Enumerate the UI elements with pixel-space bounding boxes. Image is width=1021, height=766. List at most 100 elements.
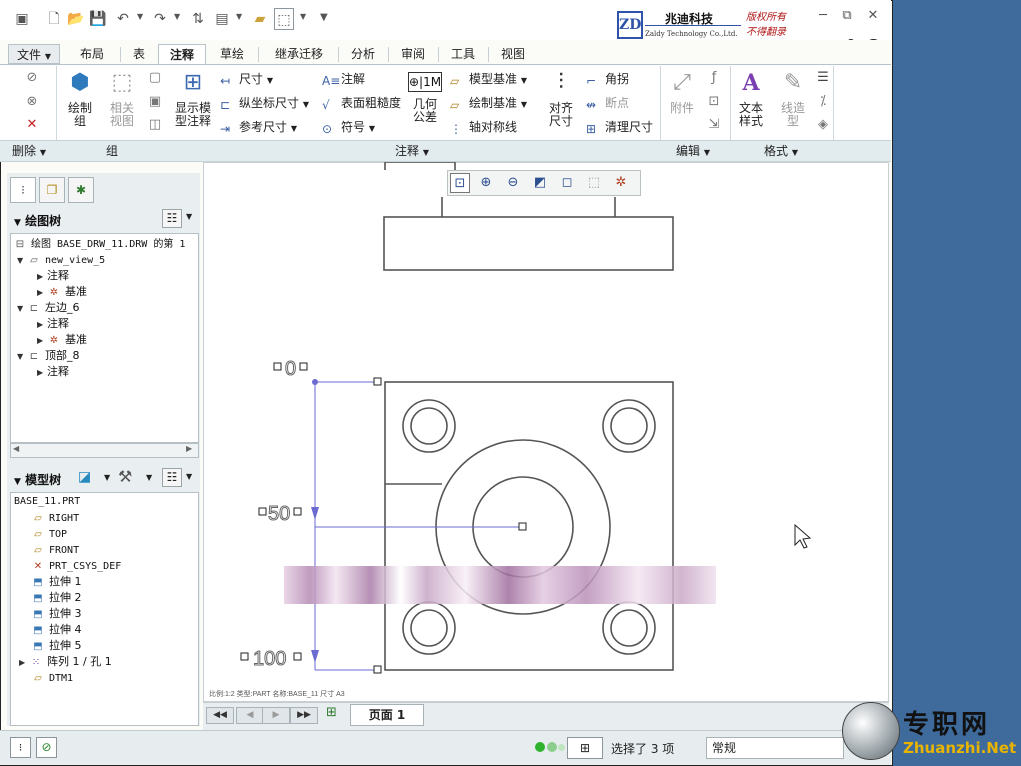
tab-layout[interactable]: 布局	[70, 44, 114, 64]
draw-group-button[interactable]: ⬢ 绘制组	[60, 68, 100, 128]
redo-dropdown-icon[interactable]: ▼	[174, 12, 180, 21]
selection-handle[interactable]	[258, 507, 267, 516]
model-display-dropdown-icon[interactable]: ▼	[104, 473, 110, 482]
ordinate-dimension-button[interactable]: ⊏ 纵坐标尺寸 ▼	[220, 94, 309, 112]
tools-icon[interactable]: ⚒	[118, 467, 132, 486]
axis-symmetry-button[interactable]: ⋮ 轴对称线	[450, 118, 517, 136]
model-datum-button[interactable]: ▱ 模型基准 ▼	[450, 70, 527, 88]
tree-row-part[interactable]: BASE_11.PRT	[14, 494, 80, 510]
scroll-left-icon[interactable]: ◀	[13, 444, 19, 453]
tab-view[interactable]: 视图	[492, 44, 534, 64]
find-icon[interactable]: ⊞	[567, 737, 603, 759]
note-display-icon[interactable]: ⬚	[584, 173, 604, 193]
tree-row-feature[interactable]: ⬒ 拉伸 5	[31, 638, 81, 654]
delete-icon[interactable]: ✕	[24, 117, 40, 133]
model-display-icon[interactable]: ◪	[78, 469, 91, 485]
dimension-text-mid[interactable]: 50	[268, 503, 291, 526]
previous-sheet-button[interactable]: ◀	[236, 707, 264, 724]
selection-handle[interactable]	[273, 362, 282, 371]
next-sheet-button[interactable]: ▶	[262, 707, 290, 724]
edit-tool-1-icon[interactable]: ƒ	[706, 70, 722, 86]
customize-toolbar-icon[interactable]: ▼	[320, 12, 328, 23]
tab-folder-browser[interactable]: ❐	[39, 177, 65, 203]
selection-handle[interactable]	[299, 362, 308, 371]
navigator-toggle-icon[interactable]: ⁝	[10, 737, 31, 758]
refit-icon[interactable]: ⊡	[450, 173, 470, 193]
selection-handle[interactable]	[240, 652, 249, 661]
tree-row-annotation[interactable]: ▶ 注释	[37, 316, 69, 332]
model-tree-settings-icon[interactable]: ☷	[162, 468, 182, 487]
dimension-text-bottom[interactable]: 100	[253, 648, 287, 671]
tree-row-annotation[interactable]: ▶ 注释	[37, 268, 69, 284]
open-folder-icon[interactable]: 📂	[66, 8, 86, 30]
tree-row-plane[interactable]: ▱ RIGHT	[31, 510, 79, 526]
symbol-button[interactable]: ⊙ 符号 ▼	[322, 118, 375, 136]
add-sheet-icon[interactable]: ⊞	[326, 705, 337, 720]
tree-row-annotation[interactable]: ▶ 注释	[37, 364, 69, 380]
selection-handle[interactable]	[293, 507, 302, 516]
tree-row-view[interactable]: ▼ ▱ new_view_5	[17, 252, 105, 268]
geometric-tolerance-button[interactable]: ⊕|1M 几何公差	[405, 68, 445, 124]
new-file-icon[interactable]: 🗋	[44, 8, 64, 30]
group-format[interactable]: 格式 ▼	[764, 142, 798, 159]
tab-review[interactable]: 审阅	[392, 44, 434, 64]
close-icon[interactable]: ✕	[862, 8, 884, 23]
tree-row-datum[interactable]: ▶ ✲ 基准	[37, 332, 87, 348]
group-delete[interactable]: 删除 ▼	[12, 142, 46, 159]
format-tool-1-icon[interactable]: ☰	[815, 70, 831, 86]
note-button[interactable]: A≡注解	[322, 70, 365, 88]
selection-handle[interactable]	[373, 665, 382, 674]
scroll-right-icon[interactable]: ▶	[186, 444, 192, 453]
datum-display-icon[interactable]: ✲	[611, 173, 631, 193]
tree-row-datum[interactable]: ▶ ✲ 基准	[37, 284, 87, 300]
tree-row-feature[interactable]: ⬒ 拉伸 2	[31, 590, 81, 606]
tree-row-csys[interactable]: ✕ PRT_CSYS_DEF	[31, 558, 121, 574]
first-sheet-button[interactable]: ◀◀	[206, 707, 234, 724]
surface-finish-button[interactable]: √ 表面粗糙度	[322, 94, 401, 112]
selection-filter-dropdown[interactable]: 常规	[706, 737, 844, 759]
tree-row-feature[interactable]: ⬒ 拉伸 3	[31, 606, 81, 622]
model-tree-header[interactable]: ▼ 模型树	[14, 471, 61, 488]
tab-analysis[interactable]: 分析	[342, 44, 384, 64]
folder-icon[interactable]: ▰	[250, 8, 270, 30]
display-style-icon[interactable]: ◻	[557, 173, 577, 193]
edit-tool-2-icon[interactable]: ⊡	[706, 94, 722, 110]
selection-handle[interactable]	[518, 522, 527, 531]
zoom-in-icon[interactable]: ⊕	[476, 173, 496, 193]
group-annotate[interactable]: 注释 ▼	[395, 142, 429, 159]
dimension-origin-point[interactable]	[312, 379, 318, 385]
tree-row-feature[interactable]: ⬒ 拉伸 4	[31, 622, 81, 638]
tree-settings-icon[interactable]: ☷	[162, 209, 182, 228]
selection-handle[interactable]	[293, 652, 302, 661]
last-sheet-button[interactable]: ▶▶	[290, 707, 318, 724]
reference-dimension-button[interactable]: ⇥ 参考尺寸 ▼	[220, 118, 297, 136]
drawing-tree-header[interactable]: ▼ 绘图树	[14, 212, 61, 229]
sheet-tab[interactable]: 页面 1	[350, 704, 424, 726]
browser-toggle-icon[interactable]: ⊘	[36, 737, 57, 758]
model-tree-settings-dropdown-icon[interactable]: ▼	[186, 472, 192, 481]
tab-table[interactable]: 表	[124, 44, 154, 64]
zoom-out-icon[interactable]: ⊖	[503, 173, 523, 193]
group-edit[interactable]: 编辑 ▼	[676, 142, 710, 159]
tab-favorites[interactable]: ✱	[68, 177, 94, 203]
draw-datum-button[interactable]: ▱ 绘制基准 ▼	[450, 94, 527, 112]
select-box-icon[interactable]: ⬚	[274, 8, 294, 30]
tree-horizontal-scrollbar[interactable]	[10, 443, 199, 458]
select-dropdown-icon[interactable]: ▼	[300, 12, 306, 21]
tab-annotate[interactable]: 注释	[158, 44, 206, 64]
tree-row-plane[interactable]: ▱ FRONT	[31, 542, 79, 558]
tree-row-plane[interactable]: ▱ DTM1	[31, 670, 73, 686]
tab-model-tree-nav[interactable]: ⁝	[10, 177, 36, 203]
save-icon[interactable]: 💾	[88, 8, 108, 30]
regenerate-icon[interactable]: ⇅	[188, 8, 208, 30]
tree-row-view[interactable]: ▼ ⊏ 顶部_8	[17, 348, 80, 364]
redo-icon[interactable]: ↷	[150, 8, 170, 30]
restore-icon[interactable]: ⧉	[836, 8, 858, 23]
repaint-icon[interactable]: ◩	[530, 173, 550, 193]
tree-row-plane[interactable]: ▱ TOP	[31, 526, 67, 542]
tab-tools[interactable]: 工具	[442, 44, 484, 64]
tab-legacy-migration[interactable]: 继承迁移	[262, 44, 336, 64]
text-style-button[interactable]: A 文本样式	[733, 68, 769, 128]
selection-handle[interactable]	[373, 377, 382, 386]
windows-icon[interactable]: ▤	[212, 8, 232, 30]
